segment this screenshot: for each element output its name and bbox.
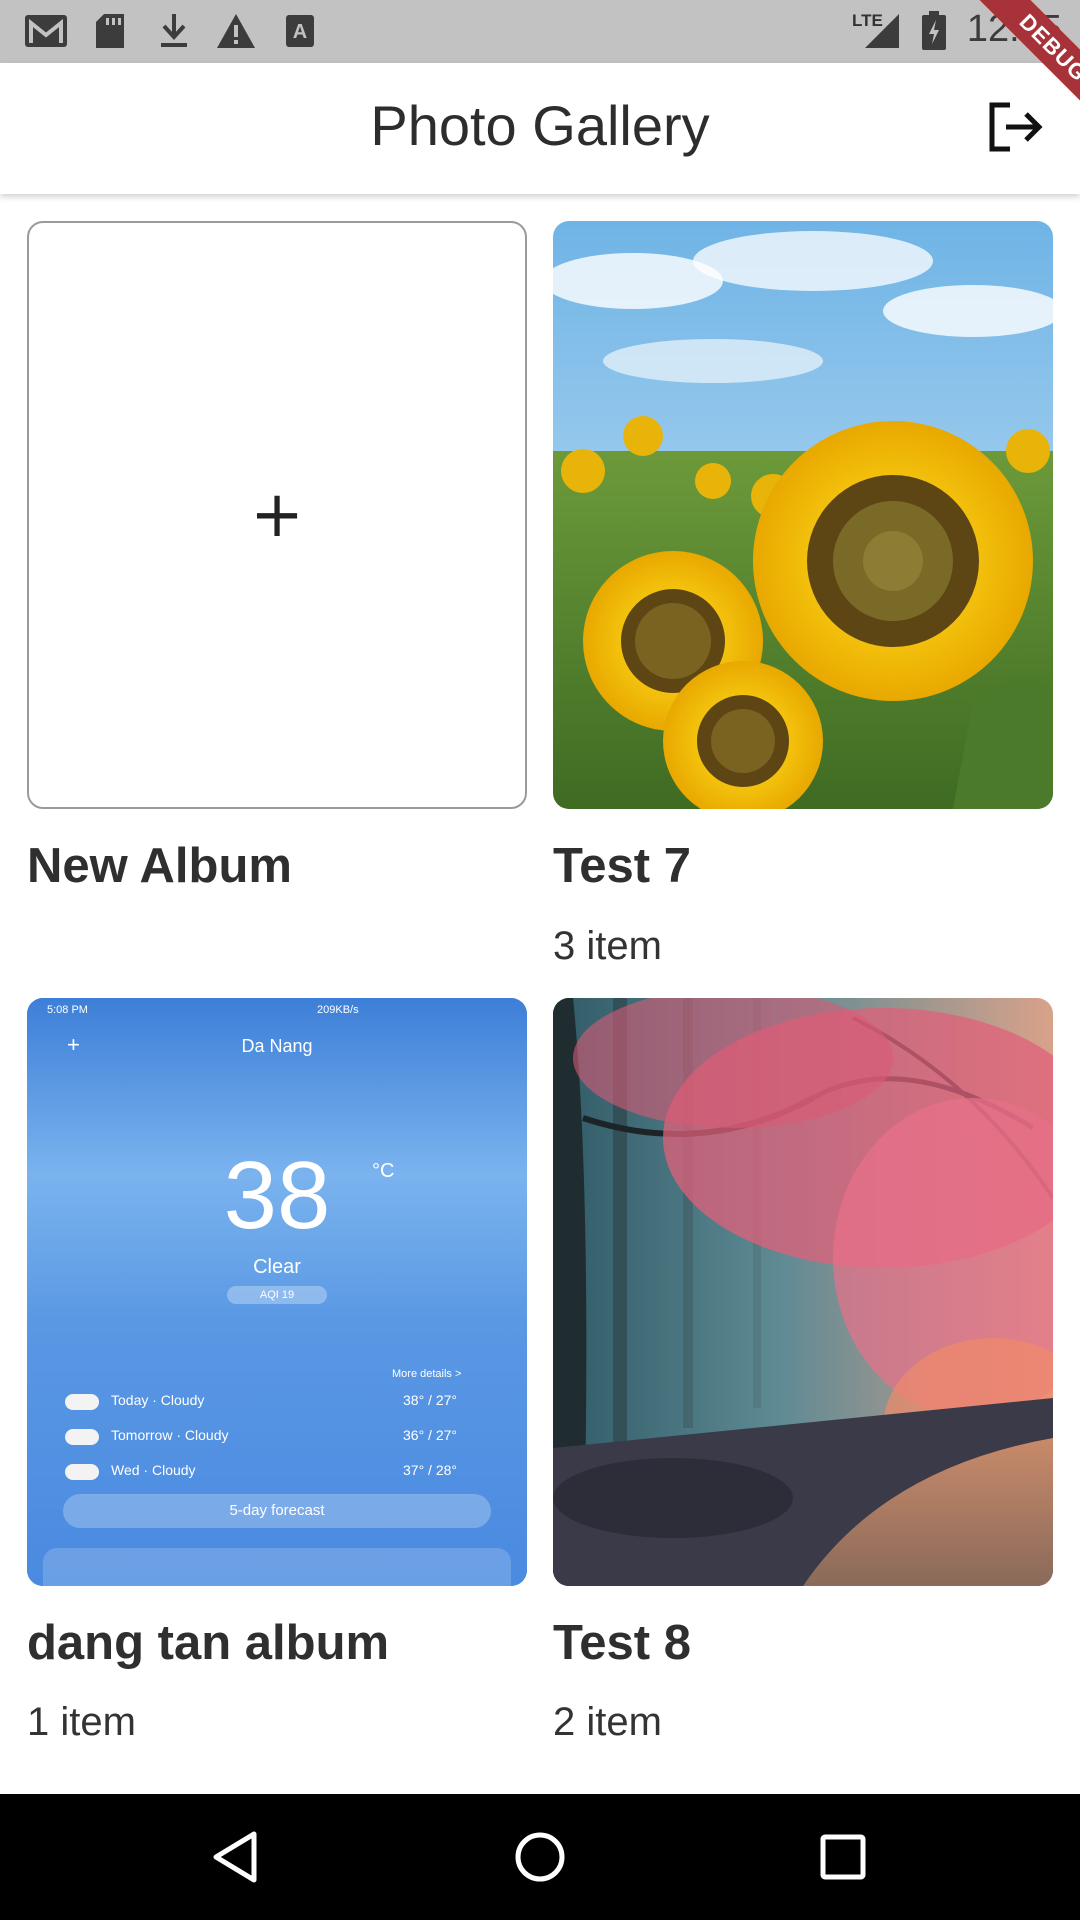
- cloud-icon: [65, 1464, 99, 1480]
- album-thumbnail-test-8[interactable]: [553, 998, 1053, 1586]
- album-item-count: 1 item: [27, 1700, 136, 1744]
- album-name: New Album: [27, 839, 292, 893]
- sd-card-icon: [92, 10, 128, 52]
- weather-temp: 38: [223, 1142, 331, 1249]
- nav-bar: [0, 1794, 1080, 1920]
- album-name: Test 7: [553, 839, 691, 893]
- weather-status-time: 5:08 PM: [47, 1004, 88, 1016]
- forest-image: [553, 998, 1053, 1586]
- album-thumbnail-dang-tan[interactable]: 5:08 PM 209KB/s + Da Nang 38 °C Clear AQ…: [27, 998, 527, 1586]
- screen: A LTE 12:55 Photo Gallery: [0, 0, 1080, 1920]
- home-button[interactable]: [505, 1822, 575, 1892]
- forecast-day: Today · Cloudy: [111, 1392, 205, 1408]
- weather-screenshot-image: 5:08 PM 209KB/s + Da Nang 38 °C Clear AQ…: [27, 998, 527, 1586]
- a-icon: A: [284, 10, 316, 52]
- warning-icon: [214, 10, 258, 52]
- album-item-count: 2 item: [553, 1700, 662, 1744]
- weather-forecast-button: 5-day forecast: [63, 1494, 491, 1528]
- album-name: Test 8: [553, 1616, 691, 1670]
- battery-icon: [920, 10, 948, 52]
- back-button[interactable]: [200, 1822, 270, 1892]
- forecast-day: Tomorrow · Cloudy: [111, 1427, 229, 1443]
- forecast-range: 37° / 28°: [403, 1462, 458, 1478]
- signal-icon: [860, 10, 902, 52]
- weather-city: Da Nang: [241, 1036, 313, 1056]
- weather-card: [43, 1548, 511, 1586]
- svg-text:A: A: [293, 21, 307, 43]
- download-icon: [156, 10, 192, 52]
- logout-icon: [989, 102, 1043, 152]
- forecast-range: 36° / 27°: [403, 1427, 458, 1443]
- album-name: dang tan album: [27, 1616, 390, 1670]
- gmail-icon: [22, 10, 70, 52]
- album-item-count: 3 item: [553, 924, 662, 968]
- sunflower-image: [553, 221, 1053, 809]
- app-bar: Photo Gallery: [0, 63, 1080, 194]
- weather-more-details: More details >: [392, 1368, 462, 1380]
- album-thumbnail-test-7[interactable]: [553, 221, 1053, 809]
- weather-aqi-badge: AQI 19: [227, 1286, 327, 1304]
- weather-status-speed: 209KB/s: [317, 1004, 359, 1016]
- weather-unit: °C: [372, 1160, 395, 1182]
- logout-button[interactable]: [986, 97, 1046, 157]
- new-album-tile[interactable]: +: [27, 221, 527, 809]
- recents-square-icon: [820, 1834, 866, 1880]
- page-title: Photo Gallery: [370, 94, 710, 157]
- plus-icon: +: [250, 478, 304, 552]
- weather-condition: Clear: [253, 1256, 301, 1278]
- status-bar: A LTE 12:55: [0, 0, 1080, 63]
- back-triangle-icon: [213, 1831, 257, 1883]
- forecast-day: Wed · Cloudy: [111, 1462, 196, 1478]
- cloud-icon: [65, 1429, 99, 1445]
- cloud-icon: [65, 1394, 99, 1410]
- recents-button[interactable]: [808, 1822, 878, 1892]
- home-circle-icon: [515, 1832, 565, 1882]
- forecast-range: 38° / 27°: [403, 1392, 458, 1408]
